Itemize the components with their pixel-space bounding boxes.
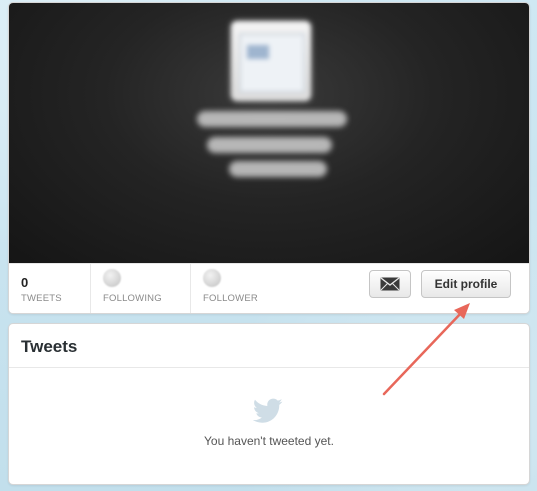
tweets-label: TWEETS	[21, 293, 62, 304]
tweets-card: Tweets You haven't tweeted yet.	[8, 323, 530, 485]
follower-count-blurred	[203, 269, 221, 287]
empty-tweets-message: You haven't tweeted yet.	[204, 434, 334, 448]
follower-label: FOLLOWER	[203, 293, 258, 304]
profile-bio-blurred	[229, 161, 327, 177]
avatar-image	[239, 33, 305, 93]
following-label: FOLLOWING	[103, 293, 162, 304]
avatar-image-detail	[247, 45, 269, 59]
stat-follower[interactable]: FOLLOWER	[191, 264, 291, 313]
envelope-icon	[380, 277, 400, 291]
edit-profile-button[interactable]: Edit profile	[421, 270, 511, 298]
twitter-bird-icon	[253, 398, 283, 423]
profile-handle-blurred	[207, 137, 332, 153]
profile-card: 0 TWEETS FOLLOWING FOLLOWER	[8, 2, 530, 314]
profile-banner	[9, 3, 529, 263]
tweets-title: Tweets	[21, 337, 78, 356]
message-button[interactable]	[369, 270, 411, 298]
profile-name-blurred	[197, 111, 347, 127]
stat-tweets[interactable]: 0 TWEETS	[9, 264, 91, 313]
following-count-blurred	[103, 269, 121, 287]
profile-avatar[interactable]	[231, 21, 311, 101]
tweets-count: 0	[21, 275, 29, 290]
tweets-header: Tweets	[9, 324, 529, 368]
stat-following[interactable]: FOLLOWING	[91, 264, 191, 313]
